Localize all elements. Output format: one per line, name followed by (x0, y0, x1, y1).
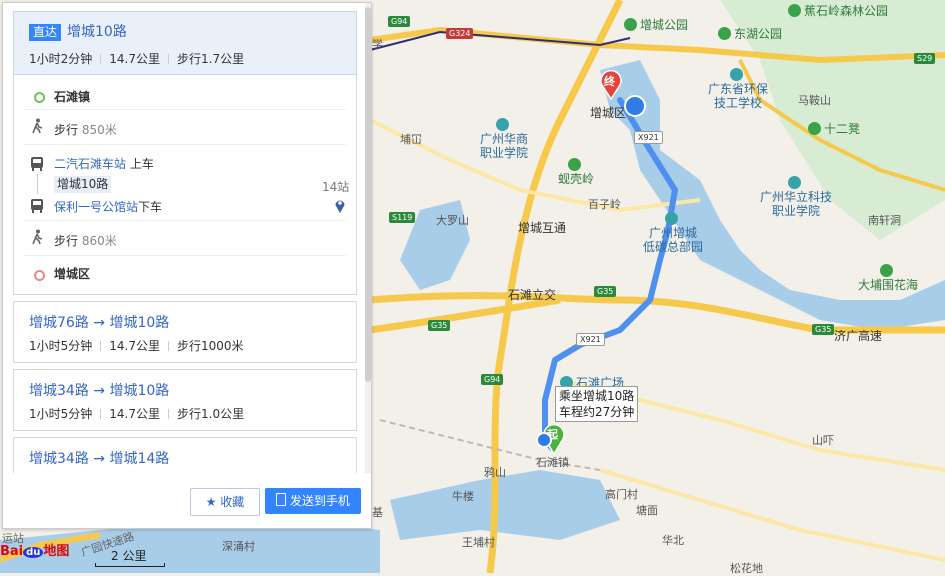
shield-g35-right: G35 (812, 324, 835, 335)
label-shencongcun: 深涌村 (222, 540, 255, 553)
origin-label: 石滩镇 (54, 90, 91, 104)
label-songcun: 松花地 (730, 562, 763, 575)
location-pin-icon[interactable] (334, 198, 346, 214)
bus-stop-start-icon[interactable] (536, 432, 552, 448)
route-name: 增城10路 (67, 24, 127, 40)
route-duration: 1小时2分钟 (29, 52, 93, 66)
route-tooltip: 乘坐增城10路 车程约27分钟 (555, 386, 639, 422)
route-walk: 步行1.7公里 (177, 52, 245, 66)
label-niulou: 牛楼 (452, 490, 474, 503)
route-panel: 直达 增城10路 1小时2分钟 14.7公里 步行1.7公里 石滩镇 步行 850米 … (2, 2, 372, 529)
bus-icon (31, 157, 43, 171)
poi-env-school[interactable]: 广东省环保 技工学校 (708, 68, 768, 110)
route-card-alt-3[interactable]: 增城34路 → 增城14路 (13, 437, 357, 473)
label-gaomencun: 高门村 (605, 488, 638, 501)
shield-x921-mid: X921 (576, 333, 605, 346)
label-nanxuandong: 南轩洞 (868, 214, 901, 227)
label-huabei: 华北 (662, 534, 684, 547)
route-list[interactable]: 直达 增城10路 1小时2分钟 14.7公里 步行1.7公里 石滩镇 步行 850米 … (3, 3, 363, 473)
label-daluoshan: 大罗山 (436, 214, 469, 227)
label-tangmian: 塘面 (636, 504, 658, 517)
label-shitan-interchange: 石滩立交 (508, 288, 557, 302)
label-baiziling: 百子岭 (588, 198, 621, 211)
scale-bar: 2 公里 (95, 547, 165, 567)
bus-stop-end-icon[interactable] (624, 95, 646, 117)
poi-lowcarbon[interactable]: 广州增城 低碳总部园 (643, 212, 703, 254)
shield-g94-bottom: G94 (481, 374, 504, 385)
label-xue: 学 (372, 38, 383, 51)
label-shitan-town: 石滩镇 (536, 456, 569, 469)
label-zengcheng-qu: 增城区 (590, 106, 627, 120)
label-zengcheng-interchange: 增城互通 (518, 221, 567, 235)
label-bugang: 埔冚 (400, 133, 422, 146)
poi-huali[interactable]: 广州华立科技 职业学院 (760, 176, 832, 218)
shield-g35-left: G35 (428, 320, 451, 331)
shield-s119: S119 (389, 212, 416, 223)
shield-s29: S29 (914, 53, 936, 64)
route-card-alt-2[interactable]: 增城34路 → 增城10路 1小时5分钟 14.7公里 步行1.0公里 (13, 369, 357, 431)
alt-route-name: 增城34路 → 增城10路 (29, 383, 170, 399)
poi-shiergeng[interactable]: 十二凳 (808, 122, 860, 136)
favorite-button[interactable]: ★ 收藏 (190, 488, 260, 516)
star-icon: ★ (205, 495, 217, 509)
end-marker[interactable]: 终 (599, 69, 623, 101)
route-steps: 石滩镇 步行 850米 二汽石滩车站 上车 增城10路 14站 保利一号公馆站下… (13, 74, 357, 295)
label-jiguang-expressway: 济广高速 (834, 329, 883, 343)
walk2: 步行 860米 (54, 234, 117, 248)
direct-badge: 直达 (29, 24, 62, 41)
shield-g94-top: G94 (388, 16, 411, 27)
stop-count[interactable]: 14站 (322, 178, 349, 195)
poi-zengcheng-park[interactable]: 增城公园 (624, 18, 688, 32)
label-mayanshan: 马鞍山 (798, 94, 831, 107)
alight-action: 下车 (138, 200, 163, 214)
panel-scrollbar[interactable] (365, 3, 371, 473)
poi-forest-park[interactable]: 蕉石岭森林公园 (788, 4, 888, 18)
send-to-phone-button[interactable]: 发送到手机 (265, 488, 361, 514)
poi-xianke[interactable]: 蚬壳岭 (558, 158, 594, 186)
route-card-active[interactable]: 直达 增城10路 1小时2分钟 14.7公里 步行1.7公里 (13, 11, 357, 75)
walk-icon-2 (32, 229, 43, 245)
phone-icon (276, 493, 287, 506)
shield-x921-top: X921 (634, 131, 663, 144)
baidu-logo[interactable]: Bai du 地图 (0, 540, 69, 559)
walk-icon (32, 118, 43, 134)
board-action: 上车 (129, 157, 154, 171)
route-distance: 14.7公里 (109, 52, 161, 66)
bus-icon-alight (31, 199, 43, 213)
poi-donghu-park[interactable]: 东湖公园 (718, 27, 782, 41)
alight-stop-link[interactable]: 保利一号公馆站 (54, 200, 138, 214)
label-shanpu: 山吓 (812, 434, 834, 447)
poi-dapuwei[interactable]: 大埔围花海 (858, 264, 918, 292)
shield-g35-mid: G35 (594, 286, 617, 297)
alt-route-name: 增城34路 → 增城14路 (29, 451, 170, 467)
poi-huashang[interactable]: 广州华商 职业学院 (480, 118, 528, 160)
label-ji: 基 (372, 506, 383, 519)
walk1: 步行 850米 (54, 123, 117, 137)
board-stop-link[interactable]: 二汽石滩车站 (54, 157, 126, 171)
alt-route-name: 增城76路 → 增城10路 (29, 315, 170, 331)
route-card-alt-1[interactable]: 增城76路 → 增城10路 1小时5分钟 14.7公里 步行1000米 (13, 301, 357, 363)
shield-g324: G324 (446, 28, 474, 39)
label-wangpucun: 王埔村 (462, 536, 495, 549)
destination-icon (34, 270, 45, 281)
line-tag[interactable]: 增城10路 (54, 176, 112, 193)
destination-label: 增城区 (54, 267, 91, 281)
origin-icon (34, 92, 45, 103)
label-gangbian: 鸦山 (484, 466, 506, 479)
